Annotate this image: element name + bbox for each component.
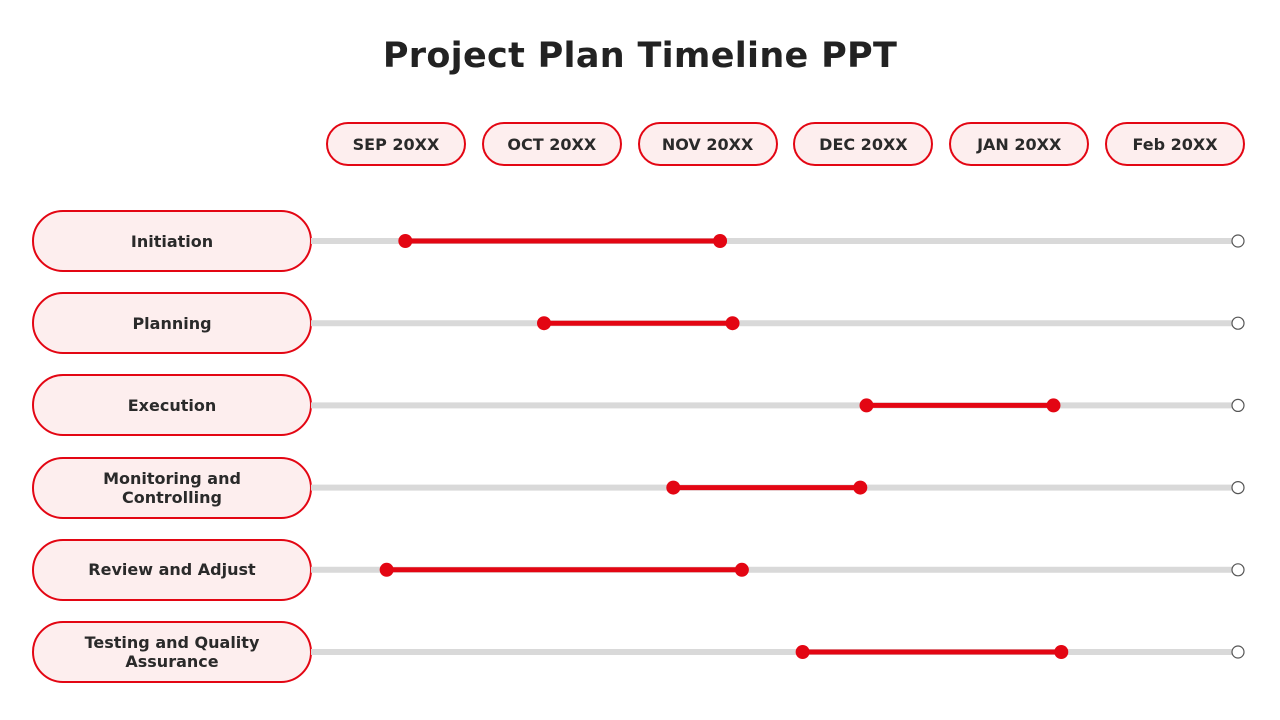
track-end-marker <box>1231 316 1245 330</box>
task-end-dot <box>1054 645 1069 659</box>
timeline-chart <box>311 234 1245 659</box>
track-end-marker <box>1231 398 1245 412</box>
task-start-dot <box>537 316 552 331</box>
track-end-marker <box>1231 563 1245 577</box>
task-end-dot <box>725 316 740 331</box>
task-start-dot <box>795 645 810 659</box>
track-end-marker <box>1231 234 1245 248</box>
task-end-dot <box>1046 398 1061 413</box>
task-start-dot <box>666 480 681 495</box>
task-end-dot <box>734 562 749 577</box>
task-end-dot <box>853 480 868 495</box>
task-start-dot <box>398 234 413 248</box>
task-start-dot <box>859 398 874 413</box>
task-start-dot <box>379 562 394 577</box>
track-end-marker <box>1231 481 1245 495</box>
task-end-dot <box>713 234 728 248</box>
track-end-marker <box>1231 645 1245 659</box>
